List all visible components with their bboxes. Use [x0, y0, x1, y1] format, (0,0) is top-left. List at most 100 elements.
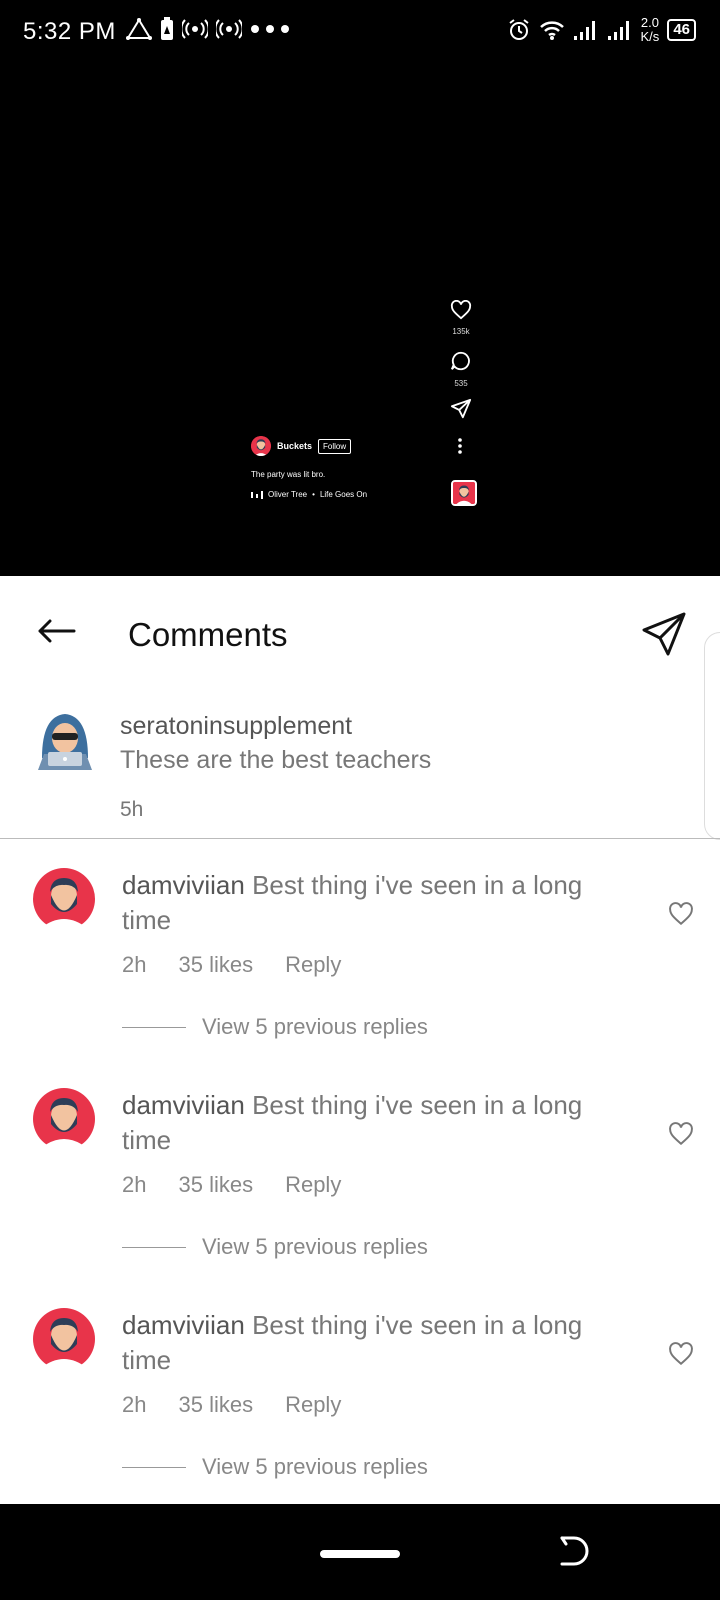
heart-icon: [450, 299, 472, 320]
view-replies-button[interactable]: View 5 previous replies: [122, 1234, 428, 1260]
view-replies-label: View 5 previous replies: [202, 1234, 428, 1259]
view-replies-button[interactable]: View 5 previous replies: [122, 1014, 428, 1040]
avatar[interactable]: [34, 708, 96, 770]
heart-icon: [669, 1122, 693, 1146]
comments-count: 535: [454, 379, 468, 388]
comment-item: damviviian Best thing i've seen in a lon…: [0, 846, 720, 1066]
video-caption: The party was lit bro.: [251, 470, 326, 479]
send-icon: [642, 612, 686, 656]
comment-body: damviviian Best thing i've seen in a lon…: [122, 868, 632, 938]
divider: [122, 1026, 186, 1028]
share-button[interactable]: [450, 398, 472, 425]
like-comment-button[interactable]: [668, 902, 694, 931]
comment-username[interactable]: damviviian: [122, 1310, 245, 1340]
alarm-icon: [508, 19, 529, 40]
like-button[interactable]: 135k: [450, 299, 472, 336]
comment-time: 2h: [122, 1392, 147, 1417]
avatar[interactable]: [33, 868, 95, 931]
music-info[interactable]: Oliver Tree • Life Goes On: [251, 490, 367, 499]
caption-time: 5h: [120, 798, 144, 821]
music-thumbnail[interactable]: [451, 480, 477, 506]
status-bar: 5:32 PM 2.0 K/s 46: [0, 0, 720, 64]
like-comment-button[interactable]: [668, 1342, 694, 1371]
back-gesture-button[interactable]: [556, 1534, 590, 1573]
heart-icon: [669, 1342, 693, 1366]
divider: [122, 1246, 186, 1248]
battery-indicator: 46: [667, 19, 696, 41]
send-icon: [450, 398, 472, 419]
reply-button[interactable]: Reply: [285, 952, 341, 978]
hotspot-icon: [182, 19, 208, 39]
music-artist: Oliver Tree: [268, 490, 308, 499]
comment-meta: 2h 35 likes Reply: [122, 1392, 341, 1418]
music-separator: •: [312, 490, 315, 499]
comment-username[interactable]: damviviian: [122, 1090, 245, 1120]
wifi-icon: [539, 21, 564, 40]
comment-likes[interactable]: 35 likes: [178, 952, 253, 978]
bearded-man-avatar-icon: [33, 868, 95, 931]
page-title: Comments: [128, 616, 288, 653]
video-owner: Buckets Follow: [251, 436, 352, 456]
comment-button[interactable]: 535: [450, 350, 472, 388]
back-button[interactable]: [36, 616, 76, 651]
view-replies-button[interactable]: View 5 previous replies: [122, 1454, 428, 1480]
view-replies-label: View 5 previous replies: [202, 1454, 428, 1479]
like-comment-button[interactable]: [668, 1122, 694, 1151]
back-gesture-icon: [560, 1536, 589, 1566]
network-speed-value: 2.0: [640, 15, 659, 30]
back-arrow-icon: [38, 619, 76, 643]
home-gesture-bar[interactable]: [320, 1550, 400, 1558]
status-right-icons: 2.0 K/s 46: [507, 16, 696, 44]
comment-bubble-icon: [450, 351, 470, 371]
comment-meta: 2h 35 likes Reply: [122, 1172, 341, 1198]
battery-saver-icon: [161, 17, 173, 40]
comment-body: damviviian Best thing i've seen in a lon…: [122, 1308, 632, 1378]
comments-sheet: Comments seratoninsupplement These are t…: [0, 576, 720, 1504]
share-button[interactable]: [640, 610, 688, 663]
comment-likes[interactable]: 35 likes: [178, 1392, 253, 1418]
caption-username[interactable]: seratoninsupplement: [120, 712, 352, 741]
comment-username[interactable]: damviviian: [122, 870, 245, 900]
comment-item: damviviian Best thing i've seen in a lon…: [0, 1286, 720, 1504]
more-options-button[interactable]: [457, 438, 463, 459]
avatar[interactable]: [33, 1308, 95, 1371]
owner-name[interactable]: Buckets: [277, 441, 312, 451]
bearded-man-avatar-icon: [33, 1308, 95, 1371]
network-speed: 2.0 K/s: [641, 16, 660, 44]
music-title: Life Goes On: [319, 490, 368, 499]
status-time: 5:32 PM: [23, 18, 116, 45]
caption-text: These are the best teachers: [120, 746, 432, 774]
comment-body: damviviian Best thing i've seen in a lon…: [122, 1088, 632, 1158]
comments-header: Comments: [0, 576, 720, 840]
reply-button[interactable]: Reply: [285, 1392, 341, 1418]
comment-time: 2h: [122, 1172, 147, 1197]
more-dots-icon: [251, 25, 289, 33]
video-player[interactable]: 135k 535 Buckets Follow The party was li…: [0, 64, 720, 576]
triangle-icon: [126, 18, 152, 40]
divider: [122, 1466, 186, 1468]
vertical-dots-icon: [458, 438, 462, 454]
navigation-bar: [0, 1504, 720, 1600]
status-left-icons: [126, 17, 290, 41]
post-caption: seratoninsupplement These are the best t…: [0, 686, 720, 839]
heart-icon: [669, 902, 693, 926]
likes-count: 135k: [452, 327, 470, 336]
music-bars-icon: [251, 490, 263, 499]
comment-time: 2h: [122, 952, 147, 977]
view-replies-label: View 5 previous replies: [202, 1014, 428, 1039]
follow-button[interactable]: Follow: [318, 438, 352, 454]
owner-avatar[interactable]: [251, 436, 271, 456]
bearded-man-avatar-icon: [453, 482, 475, 504]
comment-likes[interactable]: 35 likes: [178, 1172, 253, 1198]
comment-meta: 2h 35 likes Reply: [122, 952, 341, 978]
comment-item: damviviian Best thing i've seen in a lon…: [0, 1066, 720, 1286]
avatar[interactable]: [33, 1088, 95, 1151]
signal-icon: [573, 21, 595, 40]
hooded-hacker-avatar-icon: [38, 714, 92, 770]
hotspot-icon: [216, 19, 242, 39]
bearded-man-avatar-icon: [251, 436, 271, 456]
reply-button[interactable]: Reply: [285, 1172, 341, 1198]
signal-icon: [607, 21, 629, 40]
bearded-man-avatar-icon: [33, 1088, 95, 1151]
network-speed-unit: K/s: [640, 29, 660, 44]
